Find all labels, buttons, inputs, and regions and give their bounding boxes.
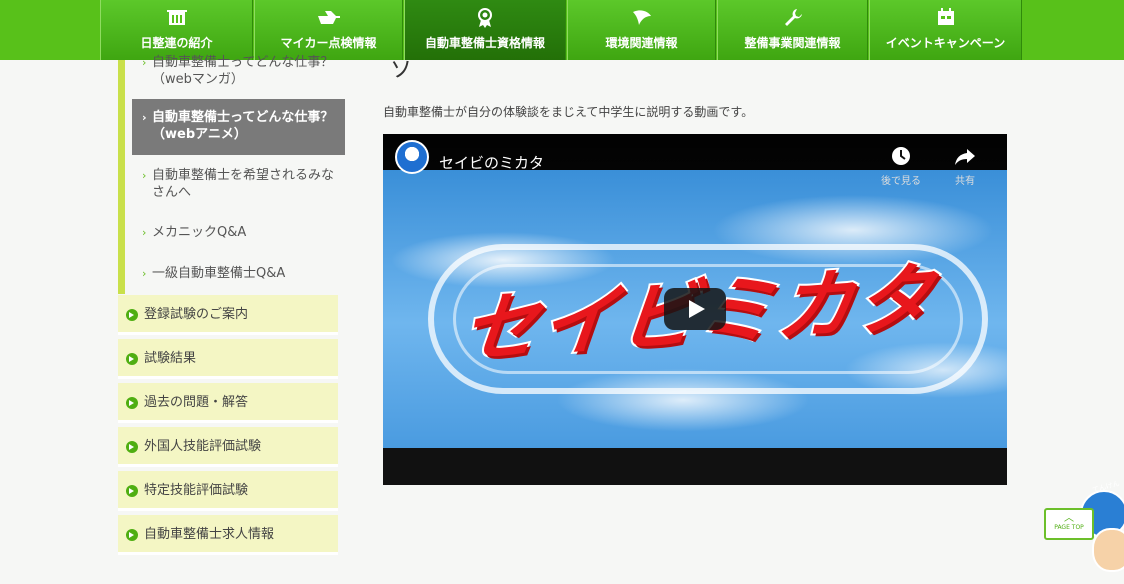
sidebar-subitem-web-anime[interactable]: › 自動車整備士ってどんな仕事？（webアニメ） bbox=[132, 99, 345, 155]
sidebar-subitem-mechanic-qa[interactable]: › メカニックQ&A bbox=[132, 224, 345, 241]
building-icon bbox=[101, 8, 252, 28]
arrow-icon: › bbox=[142, 111, 147, 124]
arrow-icon: › bbox=[142, 169, 147, 182]
video-bottom-bar bbox=[383, 448, 1007, 485]
circle-arrow-icon bbox=[126, 485, 138, 497]
page-top-button[interactable]: てんけん ︿ PAGE TOP bbox=[1040, 478, 1124, 584]
wrench-icon bbox=[718, 8, 867, 28]
circle-arrow-icon bbox=[126, 353, 138, 365]
sidebar-item-job-info[interactable]: 自動車整備士求人情報 bbox=[118, 515, 338, 555]
nav-item-maintenance-business[interactable]: 整備事業関連情報 bbox=[717, 0, 868, 60]
page-top-label: PAGE TOP bbox=[1054, 524, 1084, 531]
sidebar-item-label: 試験結果 bbox=[144, 351, 197, 366]
sidebar-item-specified-skill-test[interactable]: 特定技能評価試験 bbox=[118, 471, 338, 511]
nav-item-environment[interactable]: 環境関連情報 bbox=[567, 0, 716, 60]
watch-later-button[interactable]: 後で見る bbox=[877, 146, 925, 187]
sidebar-subitem-for-applicants[interactable]: › 自動車整備士を希望されるみなさんへ bbox=[132, 167, 345, 201]
sidebar-subitem-label: 自動車整備士ってどんな仕事？（webアニメ） bbox=[152, 110, 334, 142]
sidebar-item-past-questions[interactable]: 過去の問題・解答 bbox=[118, 383, 338, 423]
sidebar-item-exam-results[interactable]: 試験結果 bbox=[118, 339, 338, 379]
channel-avatar[interactable] bbox=[395, 140, 429, 174]
nav-item-mechanic-license[interactable]: 自動車整備士資格情報 bbox=[404, 0, 566, 60]
circle-arrow-icon bbox=[126, 309, 138, 321]
sidebar-subitem-web-manga[interactable]: › 自動車整備士ってどんな仕事？（webマンガ） bbox=[132, 54, 345, 87]
sidebar-subitem-first-class-qa[interactable]: › 一級自動車整備士Q&A bbox=[132, 265, 345, 282]
video-title-link[interactable]: セイビのミカタ bbox=[439, 152, 544, 173]
clock-icon bbox=[892, 147, 910, 165]
nav-item-events[interactable]: イベントキャンペーン bbox=[869, 0, 1022, 60]
sidebar-subgroup: › 自動車整備士ってどんな仕事？（webマンガ） › 自動車整備士ってどんな仕事… bbox=[118, 55, 345, 294]
page-top-sign: ︿ PAGE TOP bbox=[1044, 508, 1094, 540]
nav-item-label: 整備事業関連情報 bbox=[744, 36, 841, 50]
nav-item-intro[interactable]: 日整連の紹介 bbox=[100, 0, 253, 60]
sidebar-item-label: 過去の問題・解答 bbox=[144, 395, 249, 410]
share-label: 共有 bbox=[955, 176, 975, 187]
pointing-hand-icon bbox=[255, 8, 402, 28]
nav-item-label: 環境関連情報 bbox=[605, 36, 678, 50]
arrow-icon: › bbox=[142, 226, 147, 239]
circle-arrow-icon bbox=[126, 441, 138, 453]
calendar-icon bbox=[870, 8, 1021, 28]
nav-item-label: マイカー点検情報 bbox=[280, 36, 377, 50]
top-navigation: 日整連の紹介 マイカー点検情報 自動車整備士資格情報 環境関連情報 整備事業関連… bbox=[0, 0, 1124, 60]
chevron-up-icon: ︿ bbox=[1064, 513, 1074, 524]
circle-arrow-icon bbox=[126, 529, 138, 541]
sidebar-item-label: 外国人技能評価試験 bbox=[144, 439, 262, 454]
sidebar-subitem-label: 自動車整備士ってどんな仕事？（webマンガ） bbox=[152, 55, 334, 87]
video-description: 自動車整備士が自分の体験談をまじえて中学生に説明する動画です。 bbox=[383, 105, 754, 119]
nav-item-label: イベントキャンペーン bbox=[885, 36, 1006, 50]
embedded-video-player[interactable]: セイビミカタ セイビのミカタ 後で見る 共有 bbox=[383, 134, 1007, 485]
play-button[interactable] bbox=[664, 288, 726, 330]
circle-arrow-icon bbox=[126, 397, 138, 409]
watch-later-label: 後で見る bbox=[881, 176, 921, 187]
sidebar-item-foreign-skill-test[interactable]: 外国人技能評価試験 bbox=[118, 427, 338, 467]
share-button[interactable]: 共有 bbox=[941, 146, 989, 187]
sidebar-item-label: 特定技能評価試験 bbox=[144, 483, 249, 498]
sidebar-subitem-label: メカニックQ&A bbox=[152, 225, 247, 240]
nav-item-label: 日整連の紹介 bbox=[140, 36, 213, 50]
sidebar-item-registration-exam[interactable]: 登録試験のご案内 bbox=[118, 295, 338, 335]
sidebar-subitem-label: 一級自動車整備士Q&A bbox=[152, 266, 286, 281]
share-arrow-icon bbox=[955, 149, 975, 165]
arrow-icon: › bbox=[142, 267, 147, 280]
sidebar-subitem-label: 自動車整備士を希望されるみなさんへ bbox=[152, 168, 335, 200]
sidebar-item-label: 登録試験のご案内 bbox=[144, 307, 249, 322]
arrow-icon: › bbox=[142, 56, 147, 69]
page-heading-fragment: ソ bbox=[390, 58, 413, 83]
nav-item-label: 自動車整備士資格情報 bbox=[424, 36, 545, 50]
award-ribbon-icon bbox=[405, 8, 565, 28]
leaf-icon bbox=[568, 8, 715, 28]
nav-item-mycar[interactable]: マイカー点検情報 bbox=[254, 0, 403, 60]
sidebar-item-label: 自動車整備士求人情報 bbox=[144, 527, 275, 542]
mascot-face bbox=[1092, 528, 1124, 572]
